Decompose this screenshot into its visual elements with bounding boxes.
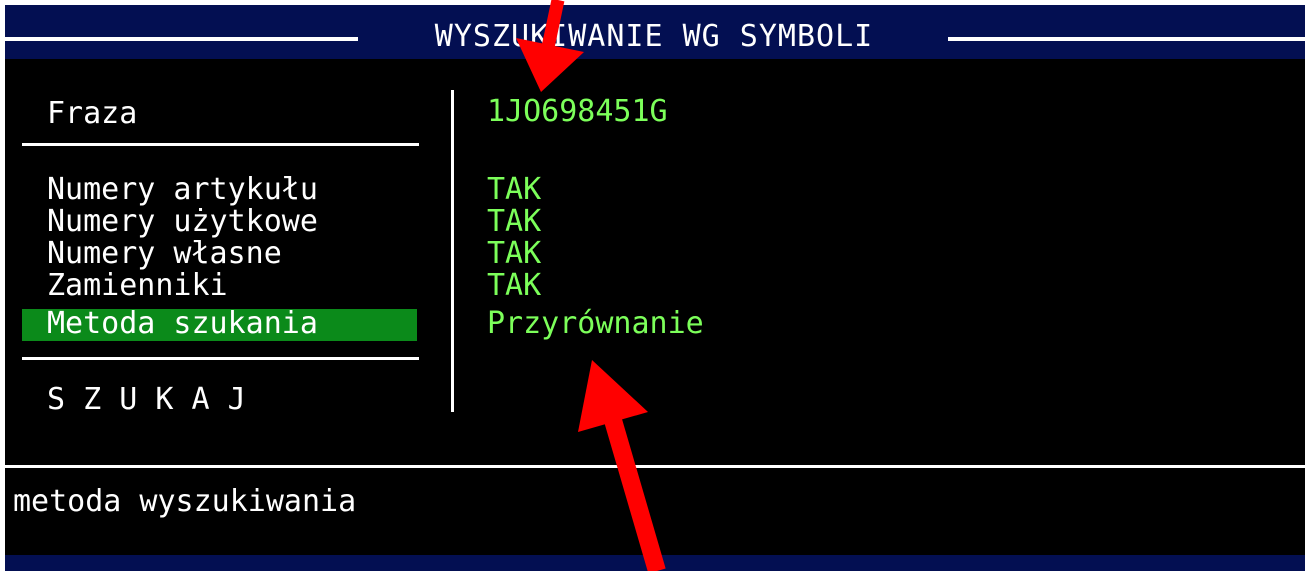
arrow-up-icon <box>578 360 666 571</box>
arrow-down-icon <box>516 0 584 92</box>
annotation-arrows <box>516 0 666 571</box>
